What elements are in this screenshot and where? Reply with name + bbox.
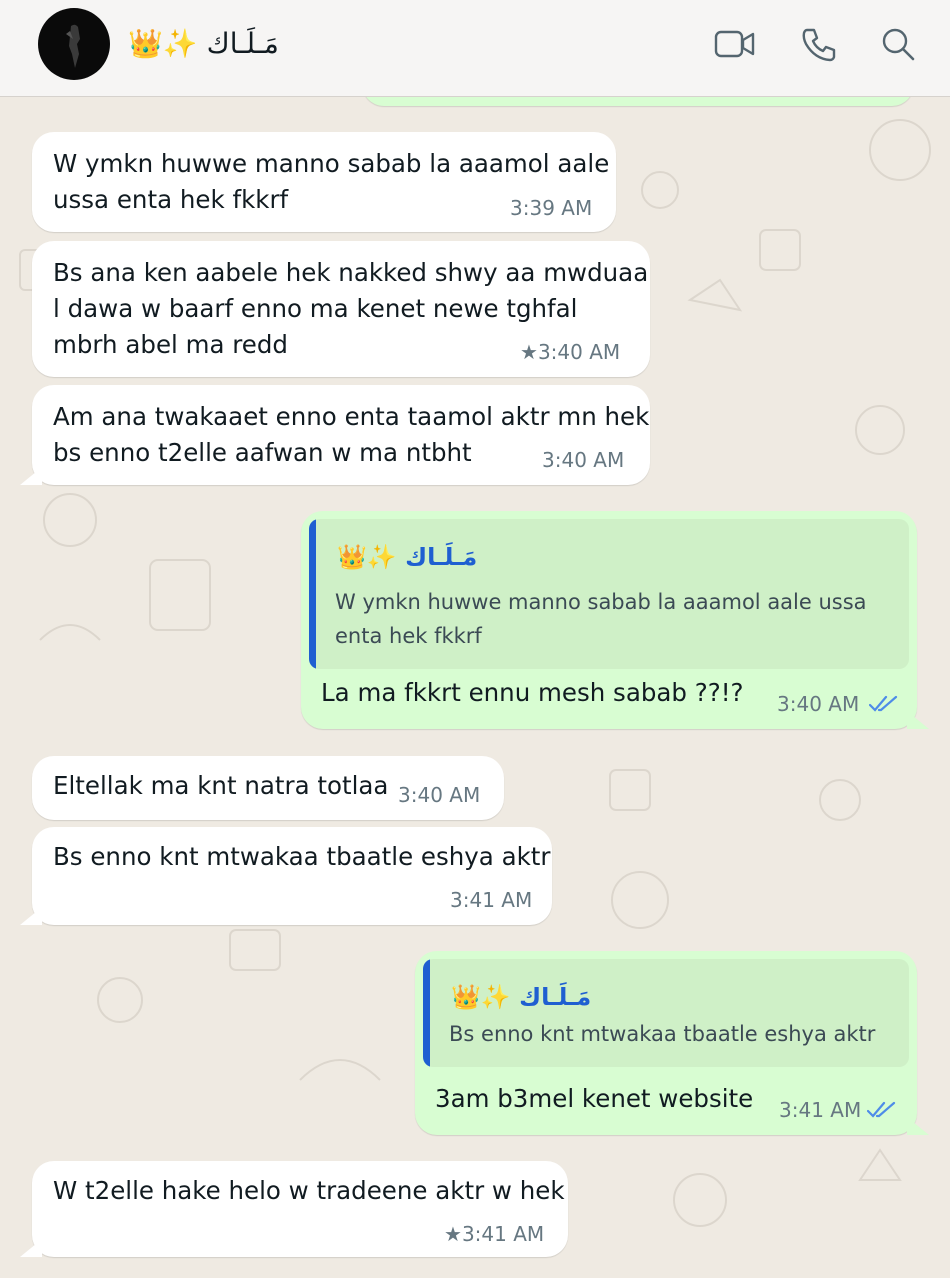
message-time: ★3:41 AM (444, 1222, 545, 1246)
quote-accent-bar (309, 519, 316, 669)
read-ticks-icon (867, 1101, 896, 1118)
incoming-message[interactable]: Eltellak ma knt natra totlaa 3:40 AM (32, 756, 504, 820)
search-icon (882, 28, 915, 61)
message-time: ★3:40 AM (520, 340, 621, 364)
incoming-message[interactable]: Bs ana ken aabele hek nakked shwy aa mwd… (32, 241, 650, 377)
chat-header: 👑✨ مَـلَـاك (0, 0, 950, 97)
contact-name[interactable]: 👑✨ مَـلَـاك (128, 24, 279, 64)
search-button[interactable] (878, 26, 920, 62)
message-time: 3:41 AM (779, 1098, 862, 1122)
quoted-message[interactable]: 👑✨ مَـلَـاك W ymkn huwwe manno sabab la … (309, 519, 909, 669)
quote-accent-bar (423, 959, 430, 1067)
message-time: 3:39 AM (510, 196, 593, 220)
voice-call-button[interactable] (798, 26, 840, 62)
message-time: 3:40 AM (542, 448, 625, 472)
outgoing-message[interactable]: 👑✨ مَـلَـاك Bs enno knt mtwakaa tbaatle … (415, 951, 929, 1135)
quoted-author: 👑✨ مَـلَـاك (337, 543, 478, 571)
bubble-tail (20, 467, 42, 485)
star-icon: ★ (444, 1222, 462, 1246)
quoted-text: Bs enno knt mtwakaa tbaatle eshya aktr (449, 1022, 876, 1046)
quoted-author: 👑✨ مَـلَـاك (451, 983, 592, 1011)
read-ticks-icon (869, 695, 898, 712)
message-text: Bs enno knt mtwakaa tbaatle eshya aktr (53, 842, 551, 871)
incoming-message[interactable]: Am ana twakaaet enno enta taamol aktr mn… (20, 385, 650, 485)
star-icon: ★ (520, 340, 538, 364)
incoming-message[interactable]: W t2elle hake helo w tradeene aktr w hek… (20, 1161, 568, 1257)
message-time: 3:40 AM (777, 692, 860, 716)
incoming-message[interactable]: Bs enno knt mtwakaa tbaatle eshya aktr 3… (20, 827, 552, 925)
message-text: 3am b3mel kenet website (435, 1084, 754, 1113)
message-time: 3:41 AM (450, 888, 533, 912)
bubble-tail (20, 907, 42, 925)
message-text: Eltellak ma knt natra totlaa (53, 771, 389, 800)
message-text: La ma fkkrt ennu mesh sabab ??!? (321, 678, 744, 707)
video-camera-icon (714, 30, 755, 58)
quoted-text: W ymkn huwwe manno sabab la aaamol aale … (335, 590, 867, 648)
bubble-tail (907, 711, 929, 729)
incoming-message[interactable]: W ymkn huwwe manno sabab la aaamol aale … (32, 132, 616, 232)
outgoing-message[interactable]: 👑✨ مَـلَـاك W ymkn huwwe manno sabab la … (301, 511, 929, 729)
bubble-tail (907, 1117, 929, 1135)
message-text: W t2elle hake helo w tradeene aktr w hek (53, 1176, 565, 1205)
phone-icon (802, 28, 836, 62)
message-time: 3:40 AM (398, 783, 481, 807)
contact-avatar[interactable] (38, 8, 110, 80)
quoted-message[interactable]: 👑✨ مَـلَـاك Bs enno knt mtwakaa tbaatle … (423, 959, 909, 1067)
bubble-tail (20, 1239, 42, 1257)
video-call-button[interactable] (714, 26, 756, 62)
